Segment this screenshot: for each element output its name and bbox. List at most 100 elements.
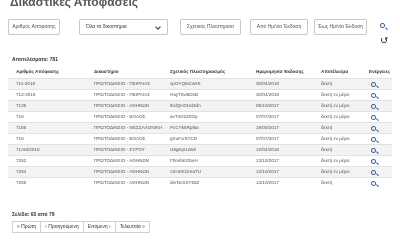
view-details-icon[interactable] — [371, 180, 376, 186]
cell-result: δεκτή εν μέρει — [321, 169, 350, 174]
cell-court: ΠΡΩΤΟΔΙΚΕΙΟ - ΒΟΛΟΣ — [94, 136, 146, 141]
table-row: 719 ΠΡΩΤΟΔΙΚΕΙΟ - ΒΟΛΟΣ gXuFcr5YCD 07/07/20… — [8, 133, 392, 144]
cell-issue-date: 13/10/2017 — [256, 158, 279, 163]
cell-court: ΠΡΩΤΟΔΙΚΕΙΟ - ΠΕΙΡΑΙΑΣ — [94, 81, 151, 86]
date-to-label: Έως Ημ/νία Έκδοση — [317, 24, 364, 30]
cell-actions — [361, 144, 392, 155]
table-row: 711-2018 ΠΡΩΤΟΔΙΚΕΙΟ - ΠΕΙΡΑΙΑΣ vpOYQ5iCws… — [8, 78, 392, 89]
cell-result: δεκτή εν μέρει — [321, 92, 350, 97]
cell-actions — [361, 166, 392, 177]
view-details-icon[interactable] — [371, 147, 376, 153]
cell-result: δεκτή — [321, 147, 333, 152]
cell-actions — [361, 177, 392, 188]
decisions-table: Αριθμός Απόφασης Δικαστήριο Σχετικός Πλε… — [8, 65, 392, 188]
cell-decision-number: 711-2018 — [16, 81, 36, 86]
cell-decision-number: 7256 — [16, 180, 27, 186]
table-row: 71ΑΜ/2018 ΠΡΩΤΟΔΙΚΕΙΟ - ΣΥΡΟΥ U8gKpU2w9 12/… — [8, 144, 392, 155]
cell-actions — [361, 100, 392, 111]
cell-related-auction: avTnD2Z0Gp — [170, 114, 198, 119]
view-details-icon[interactable] — [371, 92, 376, 98]
results-count: Αποτελέσματα: 781 — [12, 57, 58, 63]
cell-related-auction: lKdQHGHd3dn — [170, 103, 201, 108]
cell-related-auction: U8gKpU2w9 — [170, 147, 196, 152]
cell-issue-date: 30/04/2018 — [256, 92, 279, 97]
col-issue-date[interactable]: Ημερομηνία Έκδοσης — [248, 65, 313, 78]
table-row: 7254 ΠΡΩΤΟΔΙΚΕΙΟ - ΑΘΗΝΩΝ cSHSKGreaTU 13/10… — [8, 166, 392, 177]
view-details-icon[interactable] — [371, 81, 376, 87]
table-row: 7252 ΠΡΩΤΟΔΙΚΕΙΟ - ΑΘΗΝΩΝ F0nvbKGbeH 13/10/… — [8, 155, 392, 166]
cell-court: ΠΡΩΤΟΔΙΚΕΙΟ - ΠΕΙΡΑΙΑΣ — [94, 92, 151, 97]
cell-related-auction: cSHSKGreaTU — [170, 169, 202, 174]
table-row: 7135 ΠΡΩΤΟΔΙΚΕΙΟ - ΑΘΗΝΩΝ lKdQHGHd3dn 05/10… — [8, 100, 392, 111]
cell-result: δεκτή — [321, 125, 333, 130]
search-icon[interactable] — [380, 23, 385, 28]
cell-related-auction: F0nvbKGbeH — [170, 158, 198, 163]
decision-number-field[interactable]: Αριθμός Απόφασης — [8, 19, 60, 35]
cell-issue-date: 13/10/2017 — [256, 180, 279, 186]
cell-decision-number: 7252 — [16, 158, 27, 163]
cell-court: ΠΡΩΤΟΔΙΚΕΙΟ - ΣΥΡΟΥ — [94, 147, 145, 152]
cell-result: δεκτή εν μέρει — [321, 114, 350, 119]
cell-result: δεκτή — [321, 180, 333, 186]
cell-result: δεκτή εν μέρει — [321, 103, 350, 108]
cell-decision-number: 7254 — [16, 169, 27, 174]
cell-decision-number: 71ΑΜ/2018 — [16, 147, 40, 152]
cell-result: δεκτή εν μέρει — [321, 158, 350, 163]
table-row: 712-2018 ΠΡΩΤΟΔΙΚΕΙΟ - ΠΕΙΡΑΙΑΣ HayT5vi6Dx… — [8, 89, 392, 100]
court-select-value: Όλα τα δικαστήρια — [86, 24, 127, 30]
date-to-field[interactable]: Έως Ημ/νία Έκδοση — [314, 19, 367, 35]
cell-decision-number: 712-2018 — [16, 92, 36, 97]
cell-court: ΠΡΩΤΟΔΙΚΕΙΟ - ΒΟΛΟΣ — [94, 114, 146, 119]
last-page-button[interactable]: Τελευταία » — [114, 221, 150, 233]
pages-label: Σελίδα: 65 από 79 — [12, 212, 55, 218]
cell-actions — [361, 155, 392, 166]
cell-issue-date: 07/07/2017 — [256, 136, 279, 141]
table-row: 7256 ΠΡΩΤΟΔΙΚΕΙΟ - ΑΘΗΝΩΝ derNcSSY55Z 13/10… — [8, 177, 392, 188]
table-row: 7188 ΠΡΩΤΟΔΙΚΕΙΟ - ΘΕΣΣΑΛΟΝΙΚΗ PcCYk6Rpl6a… — [8, 122, 392, 133]
related-auction-field[interactable]: Σχετικός Πλειστηριασ — [180, 19, 241, 35]
pagination: « Πρώτη ‹ Προηγούμενη Επόμενη › Τελευταί… — [12, 221, 150, 233]
cell-court: ΠΡΩΤΟΔΙΚΕΙΟ - ΑΘΗΝΩΝ — [94, 169, 150, 174]
cell-related-auction: vpOYQ5iCwsK — [170, 81, 201, 86]
cell-issue-date: 13/10/2017 — [256, 169, 279, 174]
cell-issue-date: 07/07/2017 — [256, 114, 279, 119]
cell-actions — [361, 111, 392, 122]
cell-related-auction: HayT5vi6DxB — [170, 92, 199, 97]
next-page-button[interactable]: Επόμενη › — [82, 221, 116, 233]
cell-decision-number: 7188 — [16, 125, 27, 130]
decision-number-label: Αριθμός Απόφασης — [12, 24, 56, 30]
table-header-row: Αριθμός Απόφασης Δικαστήριο Σχετικός Πλε… — [8, 65, 392, 78]
refresh-icon[interactable] — [381, 37, 387, 43]
date-from-field[interactable]: Από Ημ/νία Έκδοση — [250, 19, 308, 35]
view-details-icon[interactable] — [371, 114, 376, 120]
view-details-icon[interactable] — [371, 125, 376, 131]
cell-actions — [361, 78, 392, 89]
cell-court: ΠΡΩΤΟΔΙΚΕΙΟ - ΑΘΗΝΩΝ — [94, 103, 150, 108]
related-auction-label: Σχετικός Πλειστηριασ — [186, 24, 235, 30]
prev-page-button[interactable]: ‹ Προηγούμενη — [40, 221, 84, 233]
cell-related-auction: PcCYk6Rpl6a — [170, 125, 199, 130]
cell-result: δεκτή εν μέρει — [321, 136, 350, 141]
cell-issue-date: 30/04/2018 — [256, 81, 279, 86]
cell-decision-number: 719 — [16, 136, 24, 141]
chevron-down-icon — [155, 24, 163, 32]
cell-court: ΠΡΩΤΟΔΙΚΕΙΟ - ΑΘΗΝΩΝ — [94, 180, 150, 186]
view-details-icon[interactable] — [371, 158, 376, 164]
cell-actions — [361, 89, 392, 100]
view-details-icon[interactable] — [371, 103, 376, 109]
cell-decision-number: 7135 — [16, 103, 27, 108]
court-select[interactable]: Όλα τα δικαστήρια — [79, 19, 168, 35]
view-details-icon[interactable] — [371, 136, 376, 142]
first-page-button[interactable]: « Πρώτη — [12, 221, 42, 233]
col-court[interactable]: Δικαστήριο — [86, 65, 162, 78]
col-decision-number[interactable]: Αριθμός Απόφασης — [8, 65, 86, 78]
cell-issue-date: 05/10/2017 — [256, 103, 279, 108]
cell-actions — [361, 122, 392, 133]
cell-issue-date: 12/04/2018 — [256, 147, 279, 152]
col-related-auction[interactable]: Σχετικός Πλειστηριασμός — [162, 65, 248, 78]
view-details-icon[interactable] — [371, 169, 376, 175]
cell-court: ΠΡΩΤΟΔΙΚΕΙΟ - ΘΕΣΣΑΛΟΝΙΚΗ — [94, 125, 162, 130]
cell-related-auction: gXuFcr5YCD — [170, 136, 198, 141]
col-result[interactable]: Αποτέλεσμα — [313, 65, 361, 78]
table-row: 718 ΠΡΩΤΟΔΙΚΕΙΟ - ΒΟΛΟΣ avTnD2Z0Gp 07/07/20… — [8, 111, 392, 122]
